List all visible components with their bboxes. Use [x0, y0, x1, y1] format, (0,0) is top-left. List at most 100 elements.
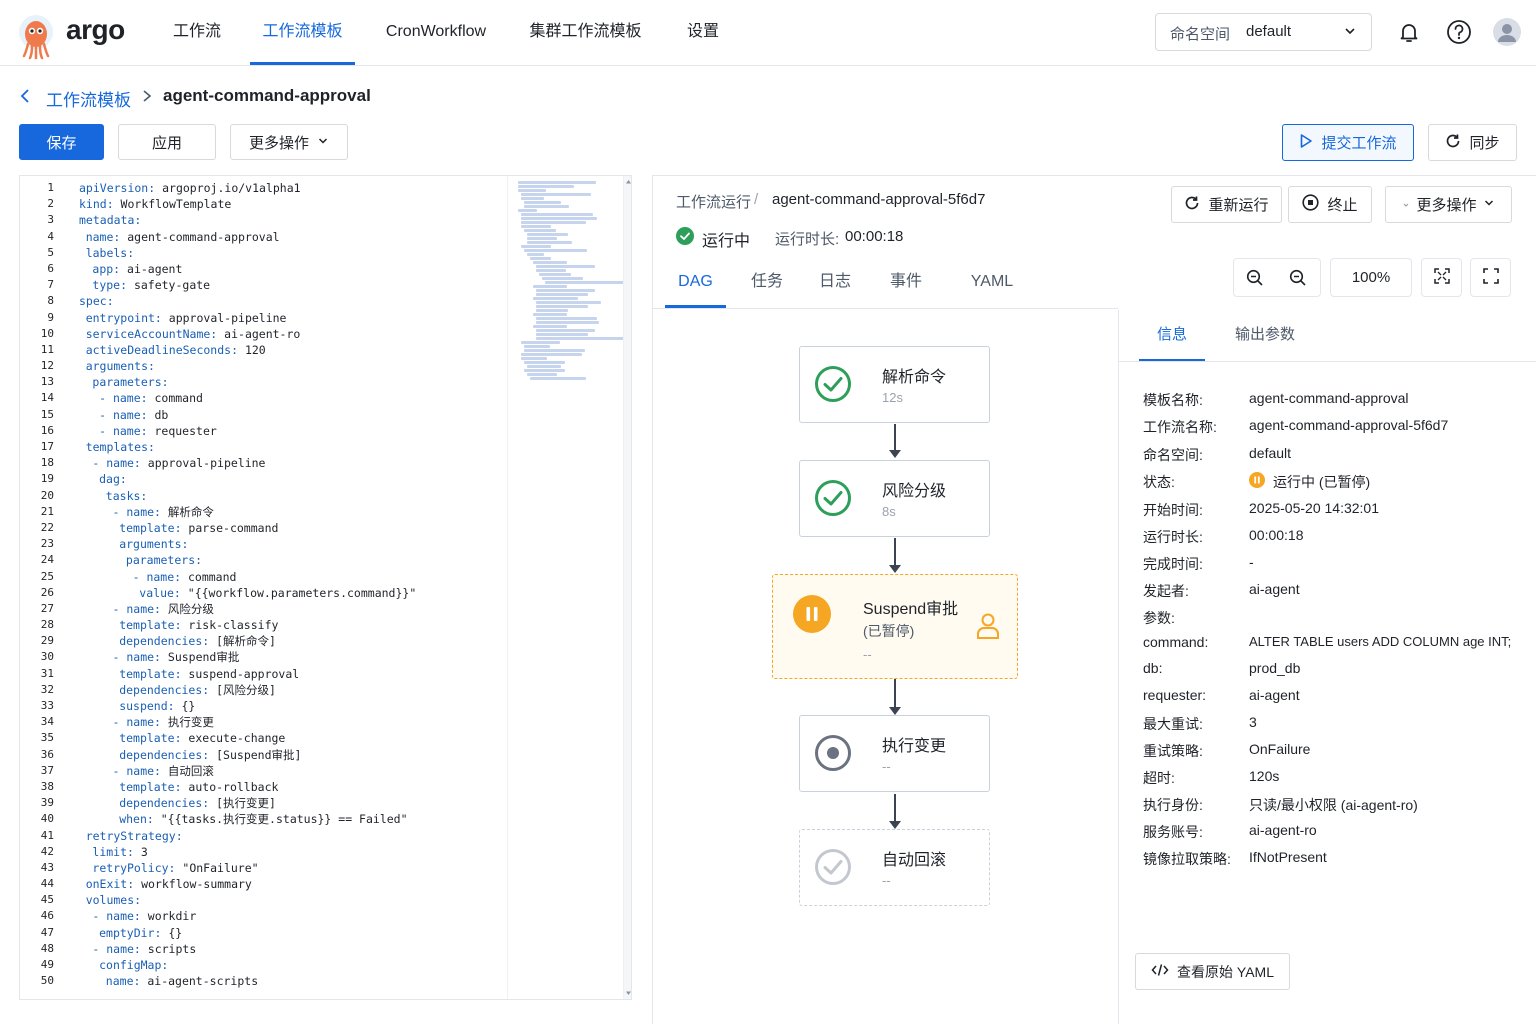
tab-logs[interactable]: 日志: [812, 262, 858, 308]
dag-edge-arrow: [889, 707, 901, 715]
minimap-line: [539, 273, 572, 276]
info-label: 模板名称:: [1143, 392, 1203, 408]
help-icon[interactable]: [1446, 19, 1472, 48]
nav-item-workflow-templates[interactable]: 工作流模板: [250, 0, 355, 65]
line-number: 20: [40, 488, 54, 502]
zoom-level-display[interactable]: 100%: [1330, 258, 1412, 297]
argo-logo-icon[interactable]: [14, 12, 58, 62]
dag-node-risk-classify[interactable]: 风险分级 8s: [799, 460, 990, 537]
minimap-line: [524, 361, 565, 364]
terminate-button[interactable]: 终止: [1288, 186, 1372, 223]
code-line: 16 - name: requester: [20, 423, 510, 439]
argo-logo-text[interactable]: argo: [66, 14, 125, 46]
code-text: app: ai-agent: [92, 261, 182, 277]
minimap-line: [524, 205, 570, 208]
dag-node-parse-command[interactable]: 解析命令 12s: [799, 346, 990, 423]
line-number: 6: [47, 261, 54, 275]
yaml-key: metadata:: [79, 213, 142, 228]
fullscreen-button[interactable]: [1470, 258, 1511, 297]
nav-item-settings[interactable]: 设置: [680, 0, 726, 65]
nav-item-cluster-workflow-templates[interactable]: 集群工作流模板: [528, 0, 643, 65]
code-line: 27 - name: 风险分级: [20, 601, 510, 617]
zoom-out-icon[interactable]: [1289, 269, 1307, 290]
user-avatar[interactable]: [1492, 17, 1522, 50]
info-row: 超时: 120s: [1143, 768, 1533, 788]
minimap-line: [533, 313, 568, 316]
yaml-key: retryPolicy:: [92, 860, 176, 875]
submit-workflow-button[interactable]: 提交工作流: [1282, 124, 1414, 161]
minimap-line: [521, 217, 598, 220]
code-text: - name: 执行变更: [113, 714, 214, 730]
tab-tasks[interactable]: 任务: [744, 262, 790, 308]
code-line: 5 labels:: [20, 245, 510, 261]
apply-button[interactable]: 应用: [118, 124, 216, 160]
nav-item-cron-workflow[interactable]: CronWorkflow: [380, 0, 492, 65]
line-number: 28: [40, 618, 54, 632]
user-approval-icon[interactable]: [976, 612, 1000, 643]
code-line: 36 dependencies: [Suspend审批]: [20, 747, 510, 763]
breadcrumb-parent[interactable]: 工作流模板: [46, 86, 131, 111]
tab-events[interactable]: 事件: [883, 262, 929, 308]
code-text: onExit: workflow-summary: [86, 876, 252, 892]
fit-view-button[interactable]: [1421, 258, 1462, 297]
code-line: 23 arguments:: [20, 536, 510, 552]
info-value: 120s: [1249, 768, 1280, 784]
minimap-line: [536, 309, 569, 312]
sync-button[interactable]: 同步: [1428, 124, 1517, 161]
dag-node-auto-rollback[interactable]: 自动回滚 --: [799, 829, 990, 906]
minimap-line: [521, 193, 591, 196]
tab-dag[interactable]: DAG: [665, 262, 726, 308]
editor-minimap[interactable]: [507, 176, 631, 999]
info-value: 运行中 (已暂停): [1273, 474, 1371, 490]
dag-node-execute-change[interactable]: 执行变更 --: [799, 715, 990, 792]
minimap-line: [536, 333, 588, 336]
code-line: 45 volumes:: [20, 892, 510, 908]
code-line: 48 - name: scripts: [20, 941, 510, 957]
zoom-in-button[interactable]: [1233, 258, 1321, 297]
dag-node-suspend-approval[interactable]: Suspend审批 (已暂停) --: [772, 574, 1018, 679]
line-number: 48: [40, 941, 54, 955]
rerun-button[interactable]: 重新运行: [1171, 186, 1282, 223]
code-text: template: auto-rollback: [119, 779, 278, 795]
minimap-line: [518, 181, 597, 184]
fullscreen-icon: [1482, 267, 1500, 288]
node-duration: --: [882, 873, 891, 888]
info-label: command:: [1143, 634, 1209, 650]
code-line: 33 suspend: {}: [20, 698, 510, 714]
tab-yaml[interactable]: YAML: [963, 262, 1021, 308]
namespace-select[interactable]: 命名空间 default: [1155, 13, 1372, 51]
info-value: OnFailure: [1249, 741, 1311, 757]
more-actions-dropdown[interactable]: 更多操作: [230, 124, 348, 160]
run-breadcrumb-parent[interactable]: 工作流运行: [676, 191, 751, 212]
info-label: 发起者:: [1143, 583, 1189, 599]
success-circle-icon: [814, 479, 852, 520]
back-arrow-icon[interactable]: [18, 88, 32, 107]
nav-item-workflows[interactable]: 工作流: [166, 0, 228, 65]
yaml-key: - name:: [99, 407, 148, 422]
yaml-key: limit:: [92, 844, 134, 859]
yaml-key: name:: [105, 974, 141, 989]
info-tab-info[interactable]: 信息: [1139, 316, 1205, 362]
run-more-actions-dropdown[interactable]: 更多操作: [1385, 186, 1512, 223]
code-text: - name: command: [133, 569, 237, 585]
info-row: 服务账号: ai-agent-ro: [1143, 822, 1533, 842]
node-title: Suspend审批: [863, 601, 959, 618]
save-button[interactable]: 保存: [19, 124, 104, 160]
line-number: 7: [47, 278, 54, 292]
yaml-key: value:: [139, 585, 181, 600]
yaml-key: when:: [119, 812, 154, 827]
dag-edge-arrow: [889, 565, 901, 573]
yaml-key: template:: [119, 731, 182, 746]
bell-icon[interactable]: [1397, 20, 1421, 47]
yaml-value: suspend-approval: [181, 666, 300, 681]
view-raw-yaml-button[interactable]: 查看原始 YAML: [1135, 953, 1290, 990]
node-duration: --: [863, 647, 872, 662]
editor-scrollbar[interactable]: [623, 176, 631, 999]
line-number: 1: [47, 181, 54, 194]
info-tab-output-params[interactable]: 输出参数: [1227, 316, 1303, 362]
line-number: 36: [40, 747, 54, 761]
minimap-line: [542, 277, 583, 280]
code-text: arguments:: [119, 536, 188, 552]
yaml-code-editor[interactable]: 1 apiVersion: argoproj.io/v1alpha1 2 kind: …: [19, 175, 632, 1000]
info-value: IfNotPresent: [1249, 849, 1327, 865]
